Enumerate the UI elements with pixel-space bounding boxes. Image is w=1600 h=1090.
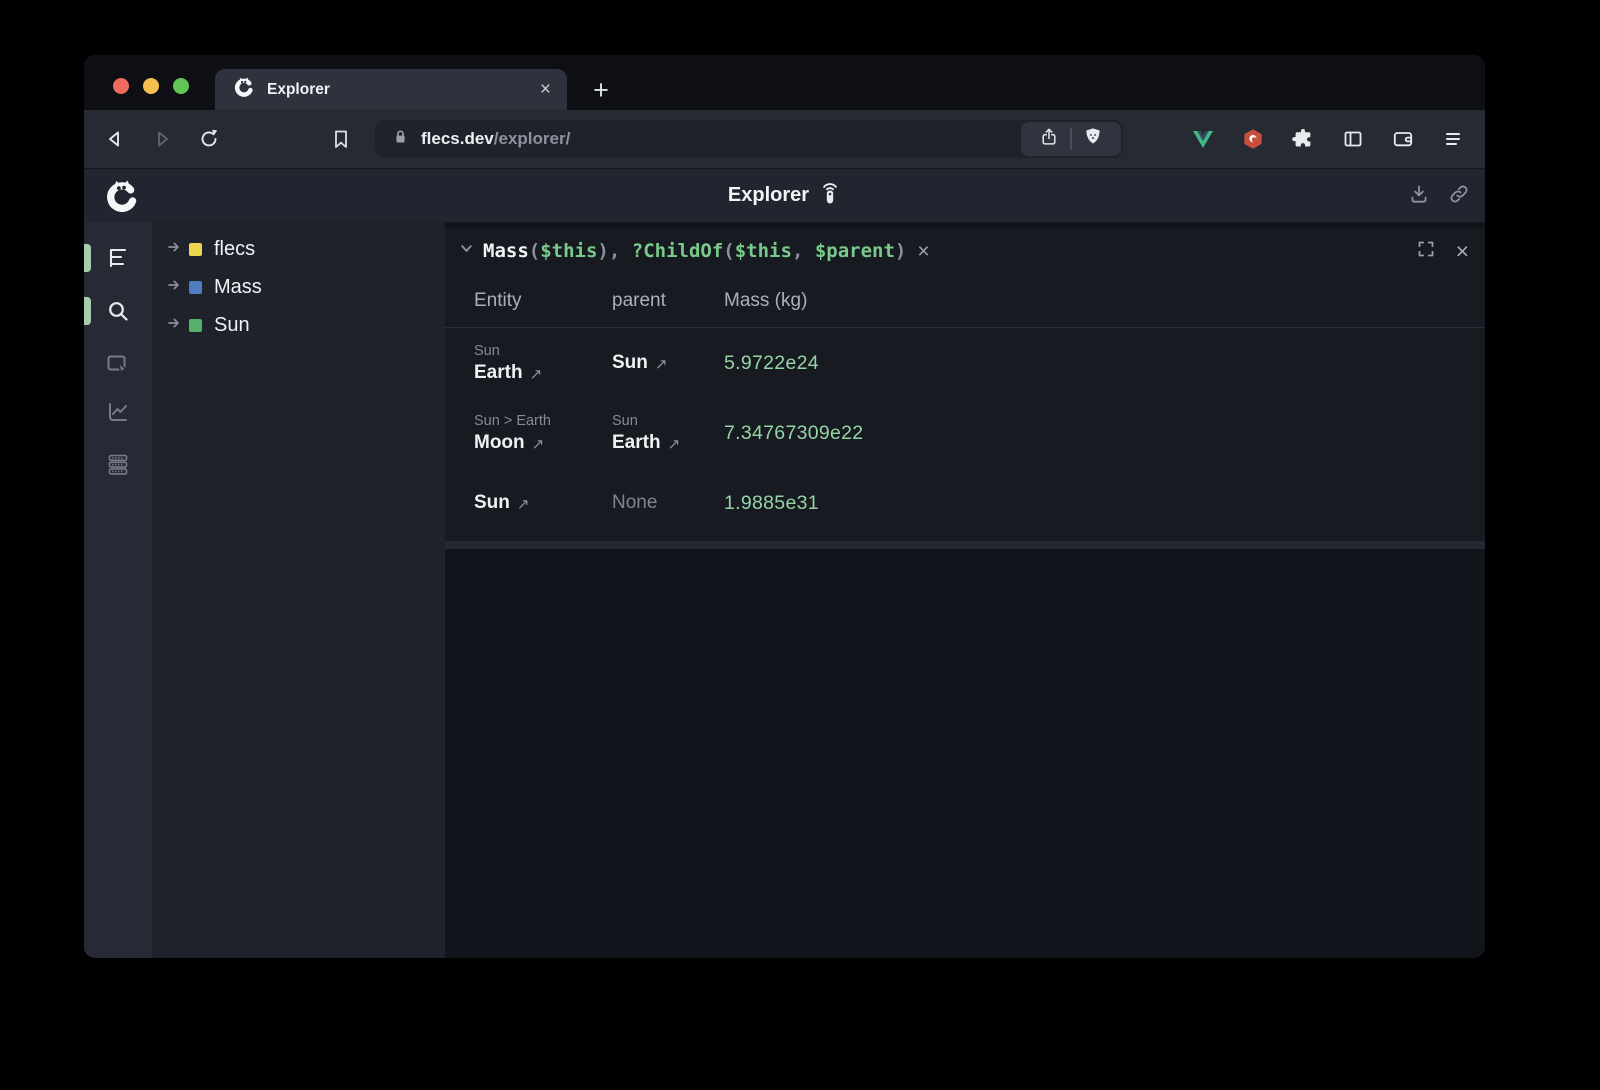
app-header: Explorer: [84, 168, 1485, 222]
clear-query-button[interactable]: ×: [917, 241, 929, 262]
reload-button[interactable]: [197, 127, 221, 151]
results-table-header: Entity parent Mass (kg): [445, 274, 1485, 328]
tree-item-label: flecs: [214, 238, 255, 261]
tree-panel-button[interactable]: [105, 245, 131, 271]
new-tab-button[interactable]: +: [584, 73, 618, 107]
query-search-button[interactable]: [105, 298, 131, 324]
entity-parent-path: Sun > Earth: [474, 413, 612, 429]
open-entity-arrow-icon[interactable]: ↗: [668, 435, 681, 453]
mass-value: 1.9885e31: [724, 492, 1485, 515]
column-header-parent: parent: [612, 290, 724, 312]
bookmark-button[interactable]: [329, 127, 353, 151]
entity-cell: Sun↗: [474, 492, 612, 514]
permalink-button[interactable]: [1447, 182, 1471, 211]
brave-shield-button[interactable]: [1082, 126, 1104, 153]
expand-arrow-icon[interactable]: [167, 316, 182, 335]
share-button[interactable]: [1038, 126, 1060, 153]
toolbar-divider: [1070, 128, 1072, 150]
entity-link[interactable]: Moon↗: [474, 432, 612, 454]
entity-color-swatch: [189, 319, 202, 332]
flecs-logo: [104, 178, 140, 219]
url-host: flecs.dev: [421, 129, 494, 148]
parent-none-label: None: [612, 492, 724, 514]
tree-item-flecs[interactable]: flecs: [152, 230, 445, 268]
query-header: Mass($this), ?ChildOf($this, $parent) × …: [445, 228, 1485, 274]
traffic-zoom-button[interactable]: [173, 78, 189, 94]
mass-value: 5.9722e24: [724, 352, 1485, 375]
query-expression[interactable]: Mass($this), ?ChildOf($this, $parent): [483, 240, 906, 262]
sidebar-toggle-button[interactable]: [1341, 127, 1365, 151]
tree-item-label: Mass: [214, 276, 262, 299]
parent-link[interactable]: Sun↗: [612, 352, 724, 374]
tab-close-button[interactable]: ×: [538, 80, 553, 99]
hexagon-extension-icon[interactable]: [1241, 127, 1265, 151]
entity-color-swatch: [189, 243, 202, 256]
address-bar[interactable]: flecs.dev/explorer/: [375, 120, 1123, 158]
expand-arrow-icon[interactable]: [167, 278, 182, 297]
browser-tab[interactable]: Explorer ×: [215, 69, 567, 110]
expand-arrow-icon[interactable]: [167, 240, 182, 259]
lock-icon: [391, 127, 410, 151]
menu-button[interactable]: [1441, 127, 1465, 151]
browser-window: Explorer × + fle: [84, 55, 1485, 958]
remote-connection-icon[interactable]: [819, 181, 841, 210]
page-title: Explorer: [728, 184, 809, 207]
mass-value: 7.34767309e22: [724, 422, 1485, 445]
close-panel-button[interactable]: ×: [1456, 240, 1469, 263]
parent-cell: Sun Earth↗: [612, 413, 724, 454]
tree-item-sun[interactable]: Sun: [152, 306, 445, 344]
entity-cell: Sun > Earth Moon↗: [474, 413, 612, 454]
open-entity-arrow-icon[interactable]: ↗: [517, 495, 530, 513]
column-header-mass: Mass (kg): [724, 290, 1485, 312]
download-button[interactable]: [1407, 182, 1431, 211]
query-panel-active-indicator: [84, 297, 91, 325]
forward-button[interactable]: [150, 127, 174, 151]
address-bar-actions: [1021, 122, 1121, 156]
table-row: Sun > Earth Moon↗ Sun Earth↗ 7.34767309e…: [445, 398, 1485, 468]
memory-stats-button[interactable]: [105, 452, 131, 478]
tree-item-label: Sun: [214, 314, 250, 337]
tab-title: Explorer: [267, 81, 538, 99]
open-entity-arrow-icon[interactable]: ↗: [655, 355, 668, 373]
stats-chart-button[interactable]: [105, 399, 131, 425]
panel-footer-strip: [445, 541, 1485, 549]
url-text: flecs.dev/explorer/: [421, 129, 570, 149]
table-row: Sun Earth↗ Sun↗ 5.9722e24: [445, 328, 1485, 398]
parent-cell: None: [612, 492, 724, 514]
open-entity-arrow-icon[interactable]: ↗: [532, 435, 545, 453]
query-panel: Mass($this), ?ChildOf($this, $parent) × …: [445, 228, 1485, 549]
back-button[interactable]: [103, 127, 127, 151]
parent-link[interactable]: Earth↗: [612, 432, 724, 454]
collapse-chevron-icon[interactable]: [459, 241, 474, 261]
entity-tree-panel: flecs Mass Sun: [152, 222, 445, 958]
vue-devtools-icon[interactable]: [1191, 127, 1215, 151]
entity-parent-path: Sun: [474, 343, 612, 359]
wallet-button[interactable]: [1391, 127, 1415, 151]
entity-color-swatch: [189, 281, 202, 294]
parent-path: Sun: [612, 413, 724, 429]
entity-link[interactable]: Earth↗: [474, 362, 612, 384]
content-area: Mass($this), ?ChildOf($this, $parent) × …: [445, 222, 1485, 958]
column-header-entity: Entity: [474, 290, 612, 312]
traffic-close-button[interactable]: [113, 78, 129, 94]
panel-icon-strip: [84, 222, 152, 958]
main-area: flecs Mass Sun: [84, 222, 1485, 958]
flecs-favicon-icon: [233, 76, 255, 103]
fullscreen-button[interactable]: [1416, 239, 1436, 264]
tree-panel-active-indicator: [84, 244, 91, 272]
extensions-puzzle-button[interactable]: [1291, 127, 1315, 151]
url-path: /explorer/: [494, 129, 571, 148]
tree-item-mass[interactable]: Mass: [152, 268, 445, 306]
traffic-minimize-button[interactable]: [143, 78, 159, 94]
open-entity-arrow-icon[interactable]: ↗: [530, 365, 543, 383]
extensions-row: [1191, 110, 1465, 168]
table-row: Sun↗ None 1.9885e31: [445, 468, 1485, 538]
entity-cell: Sun Earth↗: [474, 343, 612, 384]
parent-cell: Sun↗: [612, 352, 724, 374]
tab-bar: Explorer × +: [84, 55, 1485, 110]
inspector-panel-button[interactable]: [105, 351, 131, 377]
entity-link[interactable]: Sun↗: [474, 492, 612, 514]
navigation-toolbar: flecs.dev/explorer/: [84, 110, 1485, 168]
